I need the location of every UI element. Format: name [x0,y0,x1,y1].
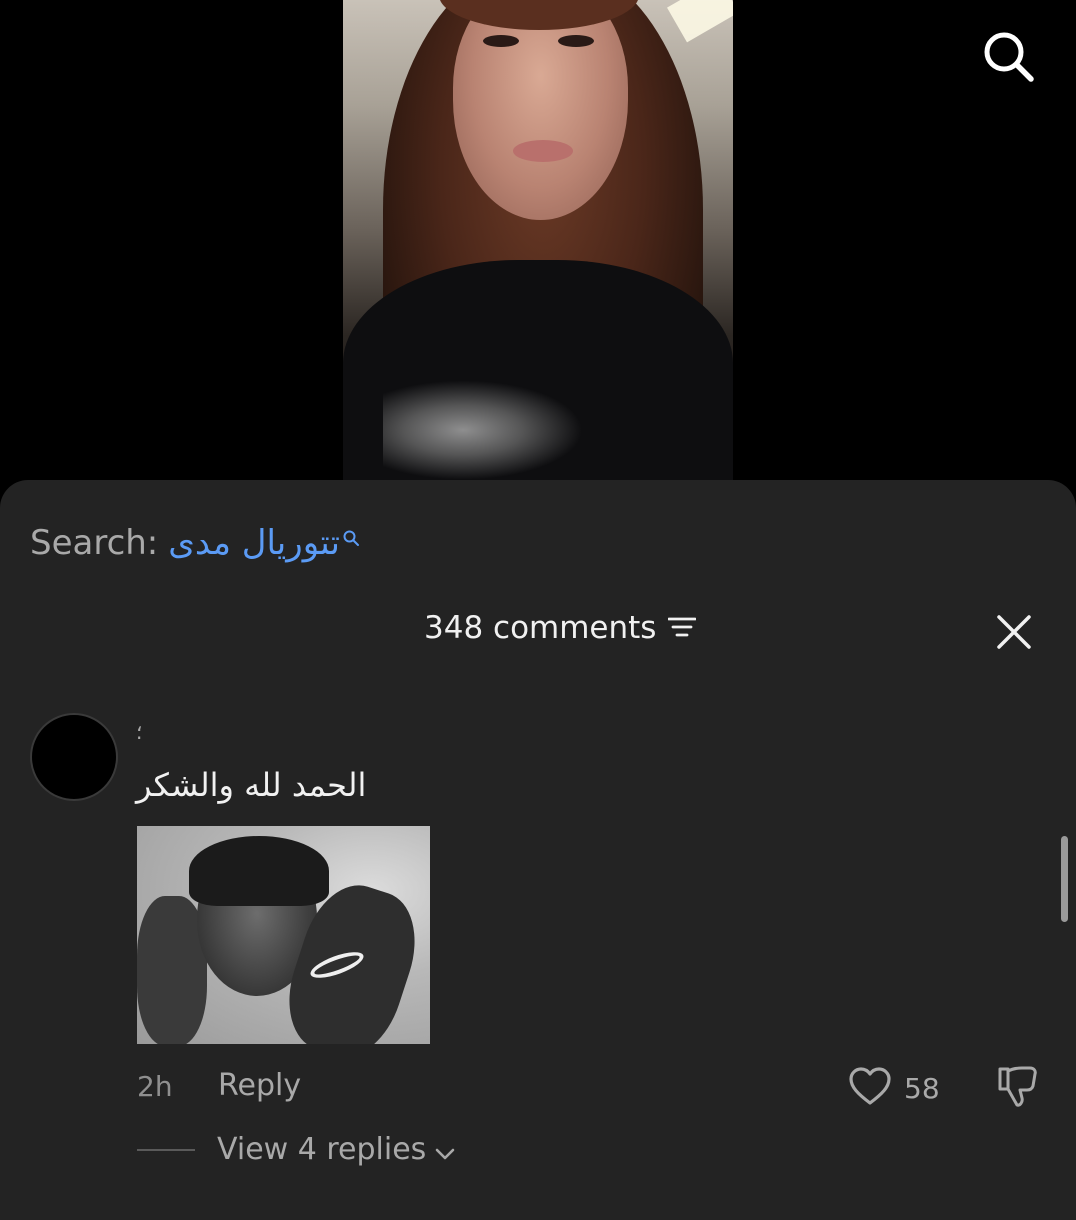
video-shirt-print [383,380,583,480]
search-label: Search: [30,523,159,563]
comments-sheet: Search: تتوريال مدى 348 comments ؛ الحمد… [0,480,1076,1220]
like-button[interactable]: 58 [848,1066,940,1110]
search-term[interactable]: تتوريال مدى [168,523,340,563]
comment-search-suggestion[interactable]: Search: تتوريال مدى [30,518,360,568]
video-frame [343,0,733,480]
filter-icon[interactable] [668,610,697,646]
view-replies-button[interactable]: View 4 replies [217,1130,456,1169]
avatar[interactable] [30,713,118,801]
chevron-down-icon [434,1134,456,1169]
comment-gif[interactable] [137,826,430,1044]
gif-person-hair [189,836,329,906]
comment-count: 348 comments [424,610,657,646]
view-replies-row: View 4 replies [137,1130,456,1169]
reply-button[interactable]: Reply [218,1068,301,1103]
thumbs-down-icon[interactable] [994,1065,1040,1113]
scrollbar[interactable] [1061,836,1068,922]
video-person-eye-right [558,35,594,47]
video-person-eye-left [483,35,519,47]
video-player[interactable] [0,0,1076,480]
search-icon [342,516,360,556]
heart-icon[interactable] [848,1066,892,1110]
video-ceiling-light [667,0,733,43]
comment-timestamp: 2h [137,1070,173,1103]
comment-count-button[interactable]: 348 comments [424,610,697,646]
divider [137,1148,195,1151]
view-replies-label: View 4 replies [217,1132,427,1167]
video-person-lips [513,140,573,162]
comment-text: الحمد لله والشكر [136,766,367,804]
like-count: 58 [904,1071,940,1105]
comments-header: 348 comments [0,606,1076,660]
search-icon[interactable] [980,28,1036,84]
close-icon[interactable] [992,610,1036,654]
comment-username[interactable]: ؛ [136,720,142,744]
